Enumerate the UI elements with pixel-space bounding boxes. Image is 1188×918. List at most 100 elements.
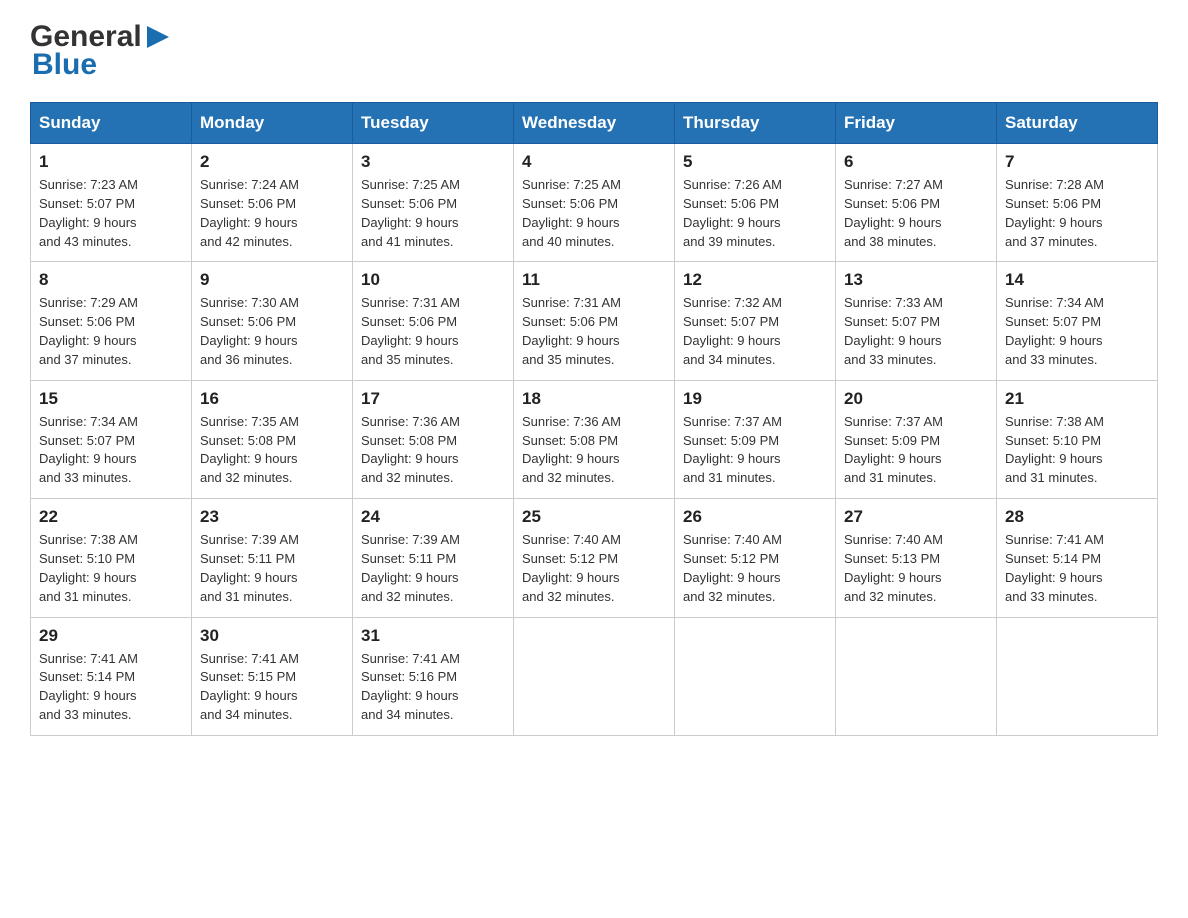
day-number: 6	[844, 152, 988, 172]
col-monday: Monday	[192, 103, 353, 144]
day-info: Sunrise: 7:27 AMSunset: 5:06 PMDaylight:…	[844, 176, 988, 251]
day-info: Sunrise: 7:41 AMSunset: 5:14 PMDaylight:…	[39, 650, 183, 725]
day-number: 3	[361, 152, 505, 172]
calendar-cell: 9 Sunrise: 7:30 AMSunset: 5:06 PMDaylight…	[192, 262, 353, 380]
day-info: Sunrise: 7:35 AMSunset: 5:08 PMDaylight:…	[200, 413, 344, 488]
day-info: Sunrise: 7:30 AMSunset: 5:06 PMDaylight:…	[200, 294, 344, 369]
day-info: Sunrise: 7:39 AMSunset: 5:11 PMDaylight:…	[200, 531, 344, 606]
day-info: Sunrise: 7:39 AMSunset: 5:11 PMDaylight:…	[361, 531, 505, 606]
col-tuesday: Tuesday	[353, 103, 514, 144]
calendar-cell	[514, 617, 675, 735]
calendar-cell: 6 Sunrise: 7:27 AMSunset: 5:06 PMDaylight…	[836, 144, 997, 262]
day-number: 15	[39, 389, 183, 409]
col-sunday: Sunday	[31, 103, 192, 144]
day-info: Sunrise: 7:31 AMSunset: 5:06 PMDaylight:…	[361, 294, 505, 369]
day-number: 10	[361, 270, 505, 290]
calendar-week-row: 8Sunrise: 7:29 AMSunset: 5:06 PMDaylight…	[31, 262, 1158, 380]
calendar-cell	[836, 617, 997, 735]
col-wednesday: Wednesday	[514, 103, 675, 144]
day-info: Sunrise: 7:34 AMSunset: 5:07 PMDaylight:…	[39, 413, 183, 488]
calendar-week-row: 1 Sunrise: 7:23 AMSunset: 5:07 PMDaylight…	[31, 144, 1158, 262]
calendar-body: 1 Sunrise: 7:23 AMSunset: 5:07 PMDaylight…	[31, 144, 1158, 736]
day-number: 16	[200, 389, 344, 409]
day-number: 20	[844, 389, 988, 409]
day-number: 28	[1005, 507, 1149, 527]
calendar-cell: 18Sunrise: 7:36 AMSunset: 5:08 PMDayligh…	[514, 380, 675, 498]
col-saturday: Saturday	[997, 103, 1158, 144]
day-info: Sunrise: 7:38 AMSunset: 5:10 PMDaylight:…	[39, 531, 183, 606]
calendar-cell: 26Sunrise: 7:40 AMSunset: 5:12 PMDayligh…	[675, 499, 836, 617]
day-number: 25	[522, 507, 666, 527]
calendar-cell: 27 Sunrise: 7:40 AMSunset: 5:13 PMDayligh…	[836, 499, 997, 617]
day-info: Sunrise: 7:40 AMSunset: 5:13 PMDaylight:…	[844, 531, 988, 606]
day-number: 11	[522, 270, 666, 290]
day-info: Sunrise: 7:24 AMSunset: 5:06 PMDaylight:…	[200, 176, 344, 251]
calendar-table: Sunday Monday Tuesday Wednesday Thursday…	[30, 102, 1158, 736]
day-info: Sunrise: 7:37 AMSunset: 5:09 PMDaylight:…	[683, 413, 827, 488]
calendar-cell: 14Sunrise: 7:34 AMSunset: 5:07 PMDayligh…	[997, 262, 1158, 380]
calendar-cell: 21 Sunrise: 7:38 AMSunset: 5:10 PMDayligh…	[997, 380, 1158, 498]
day-number: 19	[683, 389, 827, 409]
calendar-cell: 19 Sunrise: 7:37 AMSunset: 5:09 PMDayligh…	[675, 380, 836, 498]
calendar-week-row: 29 Sunrise: 7:41 AMSunset: 5:14 PMDayligh…	[31, 617, 1158, 735]
calendar-cell: 16 Sunrise: 7:35 AMSunset: 5:08 PMDayligh…	[192, 380, 353, 498]
logo-blue-text: Blue	[32, 48, 97, 81]
page-header: General Blue	[30, 20, 1158, 82]
calendar-week-row: 22 Sunrise: 7:38 AMSunset: 5:10 PMDayligh…	[31, 499, 1158, 617]
day-number: 29	[39, 626, 183, 646]
day-info: Sunrise: 7:28 AMSunset: 5:06 PMDaylight:…	[1005, 176, 1149, 251]
calendar-week-row: 15 Sunrise: 7:34 AMSunset: 5:07 PMDayligh…	[31, 380, 1158, 498]
day-number: 21	[1005, 389, 1149, 409]
calendar-cell: 22 Sunrise: 7:38 AMSunset: 5:10 PMDayligh…	[31, 499, 192, 617]
calendar-cell: 15 Sunrise: 7:34 AMSunset: 5:07 PMDayligh…	[31, 380, 192, 498]
day-info: Sunrise: 7:41 AMSunset: 5:16 PMDaylight:…	[361, 650, 505, 725]
calendar-cell: 4Sunrise: 7:25 AMSunset: 5:06 PMDaylight…	[514, 144, 675, 262]
day-number: 23	[200, 507, 344, 527]
calendar-cell: 24 Sunrise: 7:39 AMSunset: 5:11 PMDayligh…	[353, 499, 514, 617]
calendar-cell: 10 Sunrise: 7:31 AMSunset: 5:06 PMDayligh…	[353, 262, 514, 380]
day-info: Sunrise: 7:40 AMSunset: 5:12 PMDaylight:…	[522, 531, 666, 606]
day-number: 18	[522, 389, 666, 409]
calendar-cell: 17 Sunrise: 7:36 AMSunset: 5:08 PMDayligh…	[353, 380, 514, 498]
day-info: Sunrise: 7:37 AMSunset: 5:09 PMDaylight:…	[844, 413, 988, 488]
day-number: 24	[361, 507, 505, 527]
col-thursday: Thursday	[675, 103, 836, 144]
day-info: Sunrise: 7:25 AMSunset: 5:06 PMDaylight:…	[522, 176, 666, 251]
day-info: Sunrise: 7:36 AMSunset: 5:08 PMDaylight:…	[361, 413, 505, 488]
day-number: 27	[844, 507, 988, 527]
logo-arrow-icon	[143, 22, 173, 52]
calendar-cell: 2 Sunrise: 7:24 AMSunset: 5:06 PMDaylight…	[192, 144, 353, 262]
col-friday: Friday	[836, 103, 997, 144]
day-info: Sunrise: 7:25 AMSunset: 5:06 PMDaylight:…	[361, 176, 505, 251]
day-info: Sunrise: 7:32 AMSunset: 5:07 PMDaylight:…	[683, 294, 827, 369]
calendar-cell: 3 Sunrise: 7:25 AMSunset: 5:06 PMDaylight…	[353, 144, 514, 262]
day-info: Sunrise: 7:26 AMSunset: 5:06 PMDaylight:…	[683, 176, 827, 251]
calendar-cell	[675, 617, 836, 735]
day-info: Sunrise: 7:41 AMSunset: 5:14 PMDaylight:…	[1005, 531, 1149, 606]
day-number: 1	[39, 152, 183, 172]
day-number: 26	[683, 507, 827, 527]
day-number: 31	[361, 626, 505, 646]
day-number: 12	[683, 270, 827, 290]
calendar-cell: 29 Sunrise: 7:41 AMSunset: 5:14 PMDayligh…	[31, 617, 192, 735]
logo: General Blue	[30, 20, 174, 82]
calendar-cell: 20 Sunrise: 7:37 AMSunset: 5:09 PMDayligh…	[836, 380, 997, 498]
day-number: 17	[361, 389, 505, 409]
day-info: Sunrise: 7:33 AMSunset: 5:07 PMDaylight:…	[844, 294, 988, 369]
day-number: 9	[200, 270, 344, 290]
day-number: 22	[39, 507, 183, 527]
calendar-cell: 12 Sunrise: 7:32 AMSunset: 5:07 PMDayligh…	[675, 262, 836, 380]
calendar-cell: 31 Sunrise: 7:41 AMSunset: 5:16 PMDayligh…	[353, 617, 514, 735]
calendar-cell: 28 Sunrise: 7:41 AMSunset: 5:14 PMDayligh…	[997, 499, 1158, 617]
calendar-cell: 30Sunrise: 7:41 AMSunset: 5:15 PMDayligh…	[192, 617, 353, 735]
calendar-header-row: Sunday Monday Tuesday Wednesday Thursday…	[31, 103, 1158, 144]
calendar-cell: 7Sunrise: 7:28 AMSunset: 5:06 PMDaylight…	[997, 144, 1158, 262]
day-number: 2	[200, 152, 344, 172]
day-info: Sunrise: 7:38 AMSunset: 5:10 PMDaylight:…	[1005, 413, 1149, 488]
calendar-cell: 8Sunrise: 7:29 AMSunset: 5:06 PMDaylight…	[31, 262, 192, 380]
calendar-cell: 5 Sunrise: 7:26 AMSunset: 5:06 PMDaylight…	[675, 144, 836, 262]
day-number: 5	[683, 152, 827, 172]
day-info: Sunrise: 7:23 AMSunset: 5:07 PMDaylight:…	[39, 176, 183, 251]
calendar-cell: 23 Sunrise: 7:39 AMSunset: 5:11 PMDayligh…	[192, 499, 353, 617]
day-number: 14	[1005, 270, 1149, 290]
